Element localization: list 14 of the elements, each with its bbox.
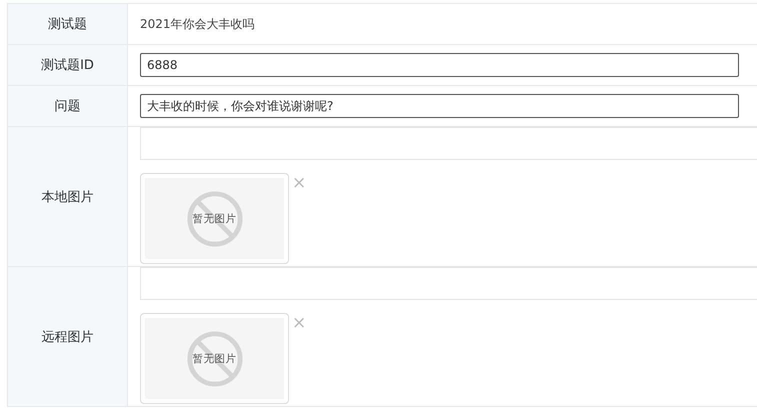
field-label: 问题 (7, 86, 128, 126)
field-label: 远程图片 (7, 267, 128, 406)
empty-text: 暂无图片 (192, 212, 236, 226)
field-label: 测试题ID (7, 45, 128, 85)
input-field[interactable] (140, 127, 757, 160)
field-label: 测试题 (7, 4, 128, 44)
input-field[interactable]: 大丰收的时候，你会对谁说谢谢呢? (140, 94, 739, 118)
field-label: 本地图片 (7, 127, 128, 266)
input-field[interactable]: 6888 (140, 53, 739, 77)
empty-text: 暂无图片 (192, 352, 236, 366)
input-field[interactable] (140, 267, 757, 300)
no-image-icon (186, 190, 244, 248)
field-value: 2021年你会大丰收吗 (140, 16, 256, 32)
no-image-icon (186, 330, 244, 388)
